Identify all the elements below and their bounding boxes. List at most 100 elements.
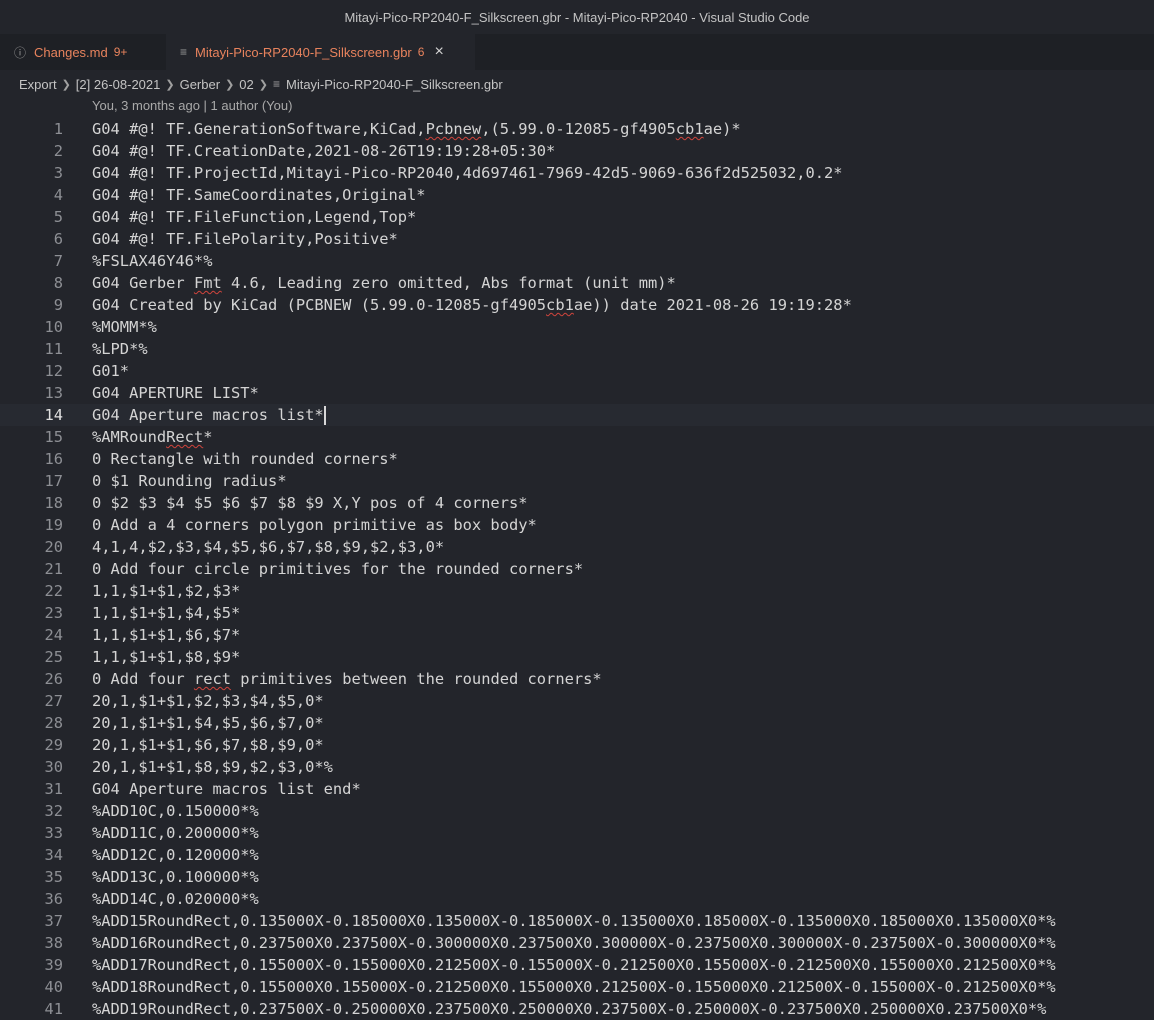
- code-text[interactable]: G04 APERTURE LIST*: [92, 382, 259, 404]
- code-text[interactable]: %ADD14C,0.020000*%: [92, 888, 259, 910]
- code-text[interactable]: 0 Rectangle with rounded corners*: [92, 448, 398, 470]
- code-line[interactable]: 34 %ADD12C,0.120000*%: [0, 844, 1154, 866]
- code-text[interactable]: G04 Aperture macros list*: [92, 404, 382, 426]
- code-line[interactable]: 39 %ADD17RoundRect,0.155000X-0.155000X0.2…: [0, 954, 1154, 976]
- code-line[interactable]: 22 1,1,$1+$1,$2,$3*: [0, 580, 1154, 602]
- code-text[interactable]: 1,1,$1+$1,$6,$7*: [92, 624, 240, 646]
- code-line[interactable]: 31 G04 Aperture macros list end*: [0, 778, 1154, 800]
- code-text[interactable]: 4,1,4,$2,$3,$4,$5,$6,$7,$8,$9,$2,$3,0*: [92, 536, 444, 558]
- code-text[interactable]: %ADD16RoundRect,0.237500X0.237500X-0.300…: [92, 932, 1056, 954]
- code-text[interactable]: 20,1,$1+$1,$2,$3,$4,$5,0*: [92, 690, 324, 712]
- code-line[interactable]: 13 G04 APERTURE LIST*: [0, 382, 1154, 404]
- code-text[interactable]: %ADD18RoundRect,0.155000X0.155000X-0.212…: [92, 976, 1056, 998]
- code-line[interactable]: 4 G04 #@! TF.SameCoordinates,Original*: [0, 184, 1154, 206]
- code-line[interactable]: 16 0 Rectangle with rounded corners*: [0, 448, 1154, 470]
- breadcrumb-gerber[interactable]: Gerber: [180, 77, 220, 92]
- code-text[interactable]: %ADD10C,0.150000*%: [92, 800, 259, 822]
- code-text[interactable]: G04 Gerber Fmt 4.6, Leading zero omitted…: [92, 272, 676, 294]
- code-text[interactable]: 0 Add four circle primitives for the rou…: [92, 558, 583, 580]
- code-text[interactable]: %ADD13C,0.100000*%: [92, 866, 259, 888]
- code-text[interactable]: %MOMM*%: [92, 316, 157, 338]
- code-text[interactable]: 20,1,$1+$1,$4,$5,$6,$7,0*: [92, 712, 324, 734]
- code-text[interactable]: G04 #@! TF.SameCoordinates,Original*: [92, 184, 426, 206]
- code-text[interactable]: 0 $2 $3 $4 $5 $6 $7 $8 $9 X,Y pos of 4 c…: [92, 492, 528, 514]
- code-line[interactable]: 5 G04 #@! TF.FileFunction,Legend,Top*: [0, 206, 1154, 228]
- code-line[interactable]: 9 G04 Created by KiCad (PCBNEW (5.99.0-12…: [0, 294, 1154, 316]
- spelling-squiggle[interactable]: cb1: [676, 120, 704, 138]
- code-line[interactable]: 25 1,1,$1+$1,$8,$9*: [0, 646, 1154, 668]
- breadcrumb-file[interactable]: Mitayi-Pico-RP2040-F_Silkscreen.gbr: [286, 77, 503, 92]
- code-line[interactable]: 7 %FSLAX46Y46*%: [0, 250, 1154, 272]
- code-line[interactable]: 33 %ADD11C,0.200000*%: [0, 822, 1154, 844]
- code-line[interactable]: 21 0 Add four circle primitives for the r…: [0, 558, 1154, 580]
- code-text[interactable]: %LPD*%: [92, 338, 148, 360]
- spelling-squiggle[interactable]: rect: [194, 670, 231, 688]
- code-line[interactable]: 17 0 $1 Rounding radius*: [0, 470, 1154, 492]
- code-line[interactable]: 26 0 Add four rect primitives between the…: [0, 668, 1154, 690]
- tab-changes-md[interactable]: ⓘ Changes.md 9+: [0, 34, 166, 70]
- code-text[interactable]: G04 #@! TF.GenerationSoftware,KiCad,Pcbn…: [92, 118, 741, 140]
- codelens-blame[interactable]: You, 3 months ago | 1 author (You): [92, 96, 292, 116]
- breadcrumb-export[interactable]: Export: [19, 77, 57, 92]
- code-line[interactable]: 38 %ADD16RoundRect,0.237500X0.237500X-0.3…: [0, 932, 1154, 954]
- code-text[interactable]: 1,1,$1+$1,$8,$9*: [92, 646, 240, 668]
- code-text[interactable]: 20,1,$1+$1,$6,$7,$8,$9,0*: [92, 734, 324, 756]
- line-number: 10: [44, 318, 63, 336]
- code-text[interactable]: %ADD12C,0.120000*%: [92, 844, 259, 866]
- breadcrumb-02[interactable]: 02: [239, 77, 253, 92]
- code-line[interactable]: 2 G04 #@! TF.CreationDate,2021-08-26T19:1…: [0, 140, 1154, 162]
- code-text[interactable]: G04 #@! TF.CreationDate,2021-08-26T19:19…: [92, 140, 555, 162]
- spelling-squiggle[interactable]: Pcbnew: [426, 120, 482, 138]
- code-line[interactable]: 30 20,1,$1+$1,$8,$9,$2,$3,0*%: [0, 756, 1154, 778]
- spelling-squiggle[interactable]: Fmt: [194, 274, 222, 292]
- code-text[interactable]: G04 #@! TF.FilePolarity,Positive*: [92, 228, 398, 250]
- code-text[interactable]: %ADD15RoundRect,0.135000X-0.185000X0.135…: [92, 910, 1056, 932]
- spelling-squiggle[interactable]: cb1: [546, 296, 574, 314]
- code-line[interactable]: 37 %ADD15RoundRect,0.135000X-0.185000X0.1…: [0, 910, 1154, 932]
- code-text[interactable]: 1,1,$1+$1,$4,$5*: [92, 602, 240, 624]
- code-editor[interactable]: 1 G04 #@! TF.GenerationSoftware,KiCad,Pcb…: [0, 118, 1154, 1018]
- code-text[interactable]: 20,1,$1+$1,$8,$9,$2,$3,0*%: [92, 756, 333, 778]
- code-text[interactable]: G04 #@! TF.ProjectId,Mitayi-Pico-RP2040,…: [92, 162, 843, 184]
- code-line[interactable]: 15 %AMRoundRect*: [0, 426, 1154, 448]
- code-text[interactable]: %AMRoundRect*: [92, 426, 213, 448]
- code-line[interactable]: 19 0 Add a 4 corners polygon primitive as…: [0, 514, 1154, 536]
- breadcrumb-date-folder[interactable]: [2] 26-08-2021: [76, 77, 161, 92]
- code-text[interactable]: G04 Created by KiCad (PCBNEW (5.99.0-120…: [92, 294, 852, 316]
- code-line[interactable]: 3 G04 #@! TF.ProjectId,Mitayi-Pico-RP2040…: [0, 162, 1154, 184]
- code-line[interactable]: 12 G01*: [0, 360, 1154, 382]
- code-text[interactable]: 0 $1 Rounding radius*: [92, 470, 287, 492]
- code-line[interactable]: 14 G04 Aperture macros list*: [0, 404, 1154, 426]
- code-line[interactable]: 8 G04 Gerber Fmt 4.6, Leading zero omitte…: [0, 272, 1154, 294]
- code-line[interactable]: 36 %ADD14C,0.020000*%: [0, 888, 1154, 910]
- code-text[interactable]: G04 Aperture macros list end*: [92, 778, 361, 800]
- code-line[interactable]: 23 1,1,$1+$1,$4,$5*: [0, 602, 1154, 624]
- code-line[interactable]: 20 4,1,4,$2,$3,$4,$5,$6,$7,$8,$9,$2,$3,0*: [0, 536, 1154, 558]
- code-line[interactable]: 35 %ADD13C,0.100000*%: [0, 866, 1154, 888]
- spelling-squiggle[interactable]: Rect: [166, 428, 203, 446]
- code-line[interactable]: 28 20,1,$1+$1,$4,$5,$6,$7,0*: [0, 712, 1154, 734]
- code-line[interactable]: 41 %ADD19RoundRect,0.237500X-0.250000X0.2…: [0, 998, 1154, 1020]
- code-text[interactable]: 1,1,$1+$1,$2,$3*: [92, 580, 240, 602]
- code-text[interactable]: %ADD19RoundRect,0.237500X-0.250000X0.237…: [92, 998, 1046, 1020]
- code-text[interactable]: %ADD11C,0.200000*%: [92, 822, 259, 844]
- code-text[interactable]: G01*: [92, 360, 129, 382]
- code-line[interactable]: 10 %MOMM*%: [0, 316, 1154, 338]
- code-text[interactable]: %FSLAX46Y46*%: [92, 250, 212, 272]
- tab-silkscreen-gbr[interactable]: ≡ Mitayi-Pico-RP2040-F_Silkscreen.gbr 6 …: [166, 34, 475, 70]
- code-text[interactable]: G04 #@! TF.FileFunction,Legend,Top*: [92, 206, 416, 228]
- code-line[interactable]: 29 20,1,$1+$1,$6,$7,$8,$9,0*: [0, 734, 1154, 756]
- code-line[interactable]: 18 0 $2 $3 $4 $5 $6 $7 $8 $9 X,Y pos of 4…: [0, 492, 1154, 514]
- code-line[interactable]: 11 %LPD*%: [0, 338, 1154, 360]
- code-line[interactable]: 27 20,1,$1+$1,$2,$3,$4,$5,0*: [0, 690, 1154, 712]
- code-line[interactable]: 24 1,1,$1+$1,$6,$7*: [0, 624, 1154, 646]
- text-cursor: [323, 406, 326, 425]
- code-line[interactable]: 1 G04 #@! TF.GenerationSoftware,KiCad,Pcb…: [0, 118, 1154, 140]
- code-text[interactable]: 0 Add a 4 corners polygon primitive as b…: [92, 514, 537, 536]
- code-line[interactable]: 32 %ADD10C,0.150000*%: [0, 800, 1154, 822]
- close-icon[interactable]: ×: [434, 43, 443, 61]
- code-line[interactable]: 6 G04 #@! TF.FilePolarity,Positive*: [0, 228, 1154, 250]
- code-text[interactable]: 0 Add four rect primitives between the r…: [92, 668, 602, 690]
- code-line[interactable]: 40 %ADD18RoundRect,0.155000X0.155000X-0.2…: [0, 976, 1154, 998]
- code-text[interactable]: %ADD17RoundRect,0.155000X-0.155000X0.212…: [92, 954, 1056, 976]
